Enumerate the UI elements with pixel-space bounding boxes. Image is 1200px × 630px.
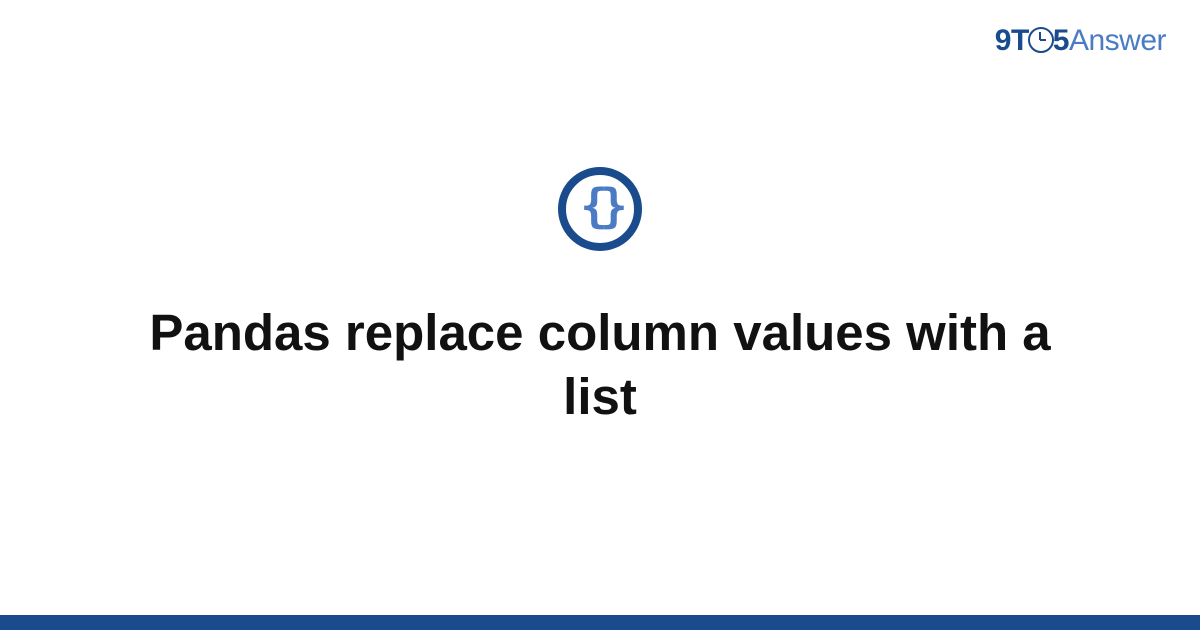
footer-bar xyxy=(0,615,1200,630)
page-title: Pandas replace column values with a list xyxy=(120,301,1080,429)
content-wrapper: {} Pandas replace column values with a l… xyxy=(0,0,1200,615)
code-braces-icon: {} xyxy=(558,167,642,251)
braces-glyph: {} xyxy=(580,183,619,229)
